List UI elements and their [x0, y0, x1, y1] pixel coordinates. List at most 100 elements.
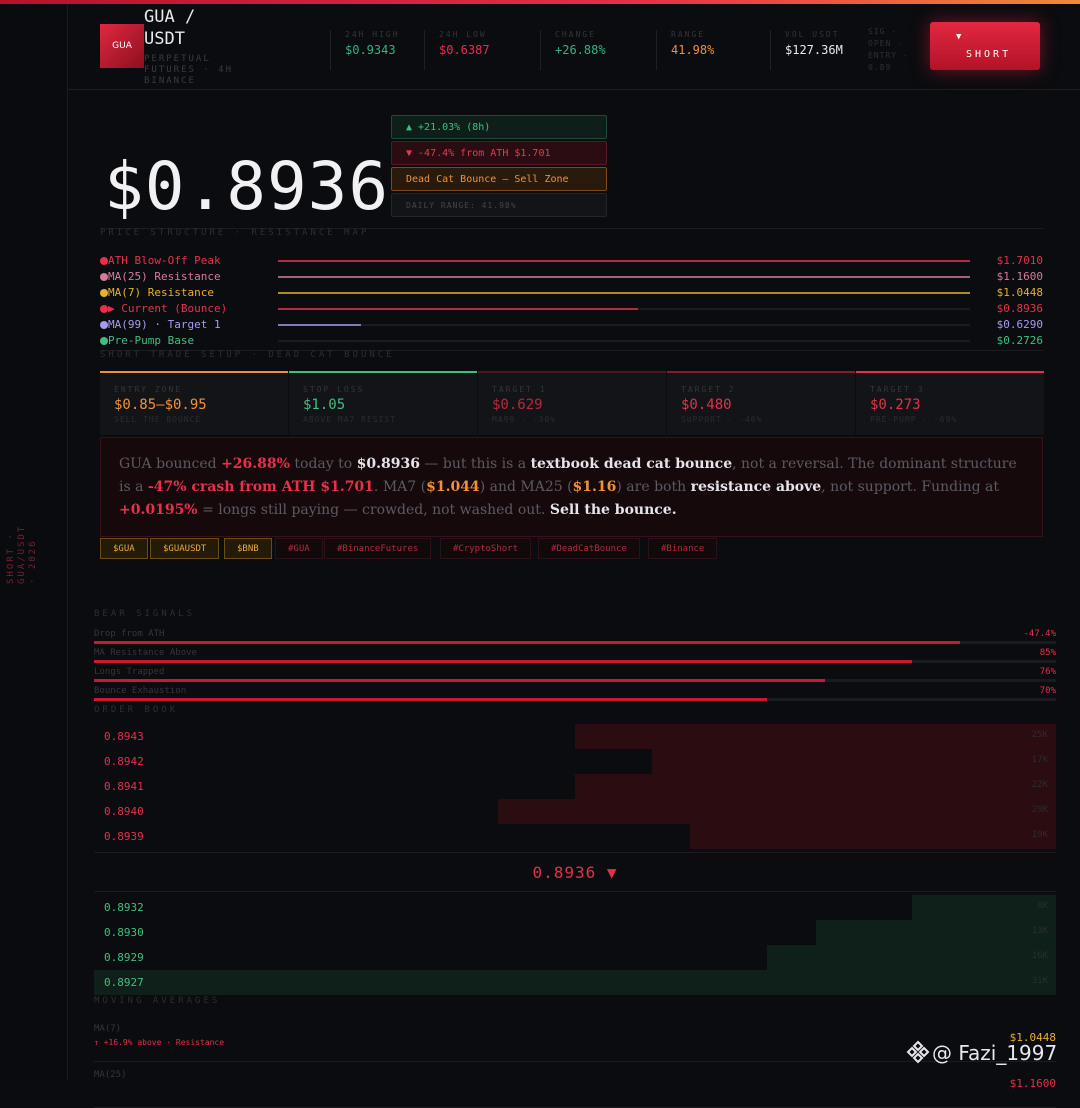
sidebar: SHORT · GUA/USDT · 2026	[0, 4, 68, 1080]
level-track	[278, 340, 970, 342]
stat-change: CHANGE +26.88%	[540, 30, 606, 70]
bear-signal-pct: 85%	[1039, 648, 1056, 658]
order-book-ask-row[interactable]: 0.8942 17K	[94, 749, 1056, 774]
ma-name: MA(7)	[94, 1024, 122, 1034]
bear-signal-fill	[94, 698, 768, 701]
badge-sell-zone: Dead Cat Bounce — Sell Zone	[391, 167, 607, 191]
setup-card: TARGET 1 $0.629 MA99 · -30%	[478, 371, 666, 435]
level-row: MA(99) · Target 1 $0.6290	[100, 318, 1043, 332]
bid-price: 0.8930	[104, 926, 144, 939]
hashtag-chip[interactable]: $BNB	[224, 538, 272, 559]
level-track	[278, 324, 970, 326]
level-row: MA(25) Resistance $1.1600	[100, 270, 1043, 284]
setup-card-sub: SUPPORT · -46%	[681, 415, 763, 424]
binance-logo-icon	[906, 1040, 930, 1064]
setup-card-value: $0.273	[870, 397, 921, 413]
ghost-signal-text: SIG · OPEN · ENTRY · 0.89	[868, 27, 909, 72]
hashtag-chip[interactable]: #CryptoShort	[440, 538, 532, 559]
level-name: MA(25) Resistance	[108, 270, 221, 283]
ask-depth-bar	[651, 749, 1056, 774]
ask-size: 22K	[1031, 780, 1048, 790]
level-price: $1.0448	[996, 286, 1043, 299]
level-name: Pre-Pump Base	[108, 334, 195, 347]
hashtag-chip[interactable]: $GUA	[100, 538, 148, 559]
setup-card-label: TARGET 3	[870, 385, 925, 394]
setup-card-sub: MA99 · -30%	[492, 415, 556, 424]
level-track	[278, 308, 970, 310]
bid-size: 8K	[1037, 901, 1048, 911]
level-track	[278, 292, 970, 294]
ask-size: 19K	[1031, 830, 1048, 840]
structure-title: PRICE STRUCTURE · RESISTANCE MAP	[100, 228, 370, 238]
hashtag-chip[interactable]: #BinanceFutures	[324, 538, 432, 559]
ma-note: ↑ +16.9% above · Resistance	[94, 1038, 225, 1047]
ask-price: 0.8941	[104, 780, 144, 793]
bear-signal-name: Longs Trapped	[94, 667, 165, 677]
pair-subtitle: PERPETUAL FUTURES · 4H BINANCE	[144, 54, 234, 86]
bear-signal-name: Drop from ATH	[94, 629, 165, 639]
ask-price: 0.8940	[104, 805, 144, 818]
order-book-ask-row[interactable]: 0.8941 22K	[94, 774, 1056, 799]
bear-signal-pct: 70%	[1039, 686, 1056, 696]
hashtag-chip[interactable]: $GUAUSDT	[150, 538, 220, 559]
token-logo: GUA	[100, 24, 144, 68]
bear-signal-track	[94, 660, 1056, 663]
ask-depth-bar	[498, 799, 1056, 824]
ma-name: MA(25)	[94, 1070, 127, 1080]
level-dot-icon	[100, 273, 108, 281]
order-book-mid-price: 0.8936 ▼	[94, 852, 1056, 892]
bear-signal-fill	[94, 679, 826, 682]
level-dot-icon	[100, 257, 108, 265]
ask-depth-bar	[575, 724, 1056, 749]
short-button[interactable]: ▼ SHORT	[930, 22, 1040, 70]
bear-signal-name: MA Resistance Above	[94, 648, 197, 658]
stat-label: 24H HIGH	[345, 30, 400, 39]
level-price: $1.1600	[996, 270, 1043, 283]
level-dot-icon	[100, 321, 108, 329]
order-book-bid-row[interactable]: 0.8929 16K	[94, 945, 1056, 970]
bear-signal-track	[94, 641, 1056, 644]
stat-value: $127.36M	[785, 43, 843, 57]
bid-depth-bar	[815, 920, 1056, 945]
order-book-bid-row[interactable]: 0.8932 8K	[94, 895, 1056, 920]
ask-price: 0.8943	[104, 730, 144, 743]
badge-from-ath: ▼ -47.4% from ATH $1.701	[391, 141, 607, 165]
setup-card-label: TARGET 2	[681, 385, 736, 394]
stat-label: RANGE	[671, 30, 706, 39]
ask-size: 29K	[1031, 805, 1048, 815]
order-book-ask-row[interactable]: 0.8943 25K	[94, 724, 1056, 749]
order-book-ask-row[interactable]: 0.8939 19K	[94, 824, 1056, 849]
bear-signals-title: BEAR SIGNALS	[94, 609, 196, 619]
level-name: ▶ Current (Bounce)	[108, 302, 228, 315]
setup-card-label: ENTRY ZONE	[114, 385, 183, 394]
setup-card-label: TARGET 1	[492, 385, 547, 394]
level-dot-icon	[100, 305, 108, 313]
bear-signal-track	[94, 698, 1056, 701]
setup-card: TARGET 3 $0.273 PRE-PUMP · -69%	[856, 371, 1044, 435]
stat-range: RANGE 41.98%	[656, 30, 714, 70]
hashtag-chip[interactable]: #Binance	[648, 538, 718, 559]
order-book-bid-row[interactable]: 0.8930 13K	[94, 920, 1056, 945]
setup-card-sub: ABOVE MA7 RESIST	[303, 415, 397, 424]
hashtag-chip[interactable]: #DeadCatBounce	[538, 538, 640, 559]
current-price: $0.8936	[104, 148, 390, 225]
order-book-bid-row[interactable]: 0.8927 31K	[94, 970, 1056, 995]
bear-signal-pct: -47.4%	[1023, 629, 1056, 639]
hashtag-chip[interactable]: #GUA	[275, 538, 323, 559]
stat-value: $0.9343	[345, 43, 396, 57]
stat-value: 41.98%	[671, 43, 715, 57]
order-book-title: ORDER BOOK	[94, 705, 179, 715]
bid-size: 31K	[1031, 976, 1048, 986]
moving-average-row: MA(25) $1.1600	[94, 1068, 1056, 1108]
moving-averages-title: MOVING AVERAGES	[94, 996, 221, 1006]
bear-signal-fill	[94, 660, 912, 663]
bid-depth-bar	[911, 895, 1056, 920]
setup-card: ENTRY ZONE $0.85–$0.95 SELL THE BOUNCE	[100, 371, 288, 435]
ask-depth-bar	[575, 774, 1056, 799]
setup-title: SHORT TRADE SETUP · DEAD CAT BOUNCE	[100, 350, 395, 360]
bear-signal-pct: 76%	[1039, 667, 1056, 677]
order-book-ask-row[interactable]: 0.8940 29K	[94, 799, 1056, 824]
bear-signal-name: Bounce Exhaustion	[94, 686, 187, 696]
setup-card-value: $1.05	[303, 397, 346, 413]
setup-card-value: $0.480	[681, 397, 732, 413]
